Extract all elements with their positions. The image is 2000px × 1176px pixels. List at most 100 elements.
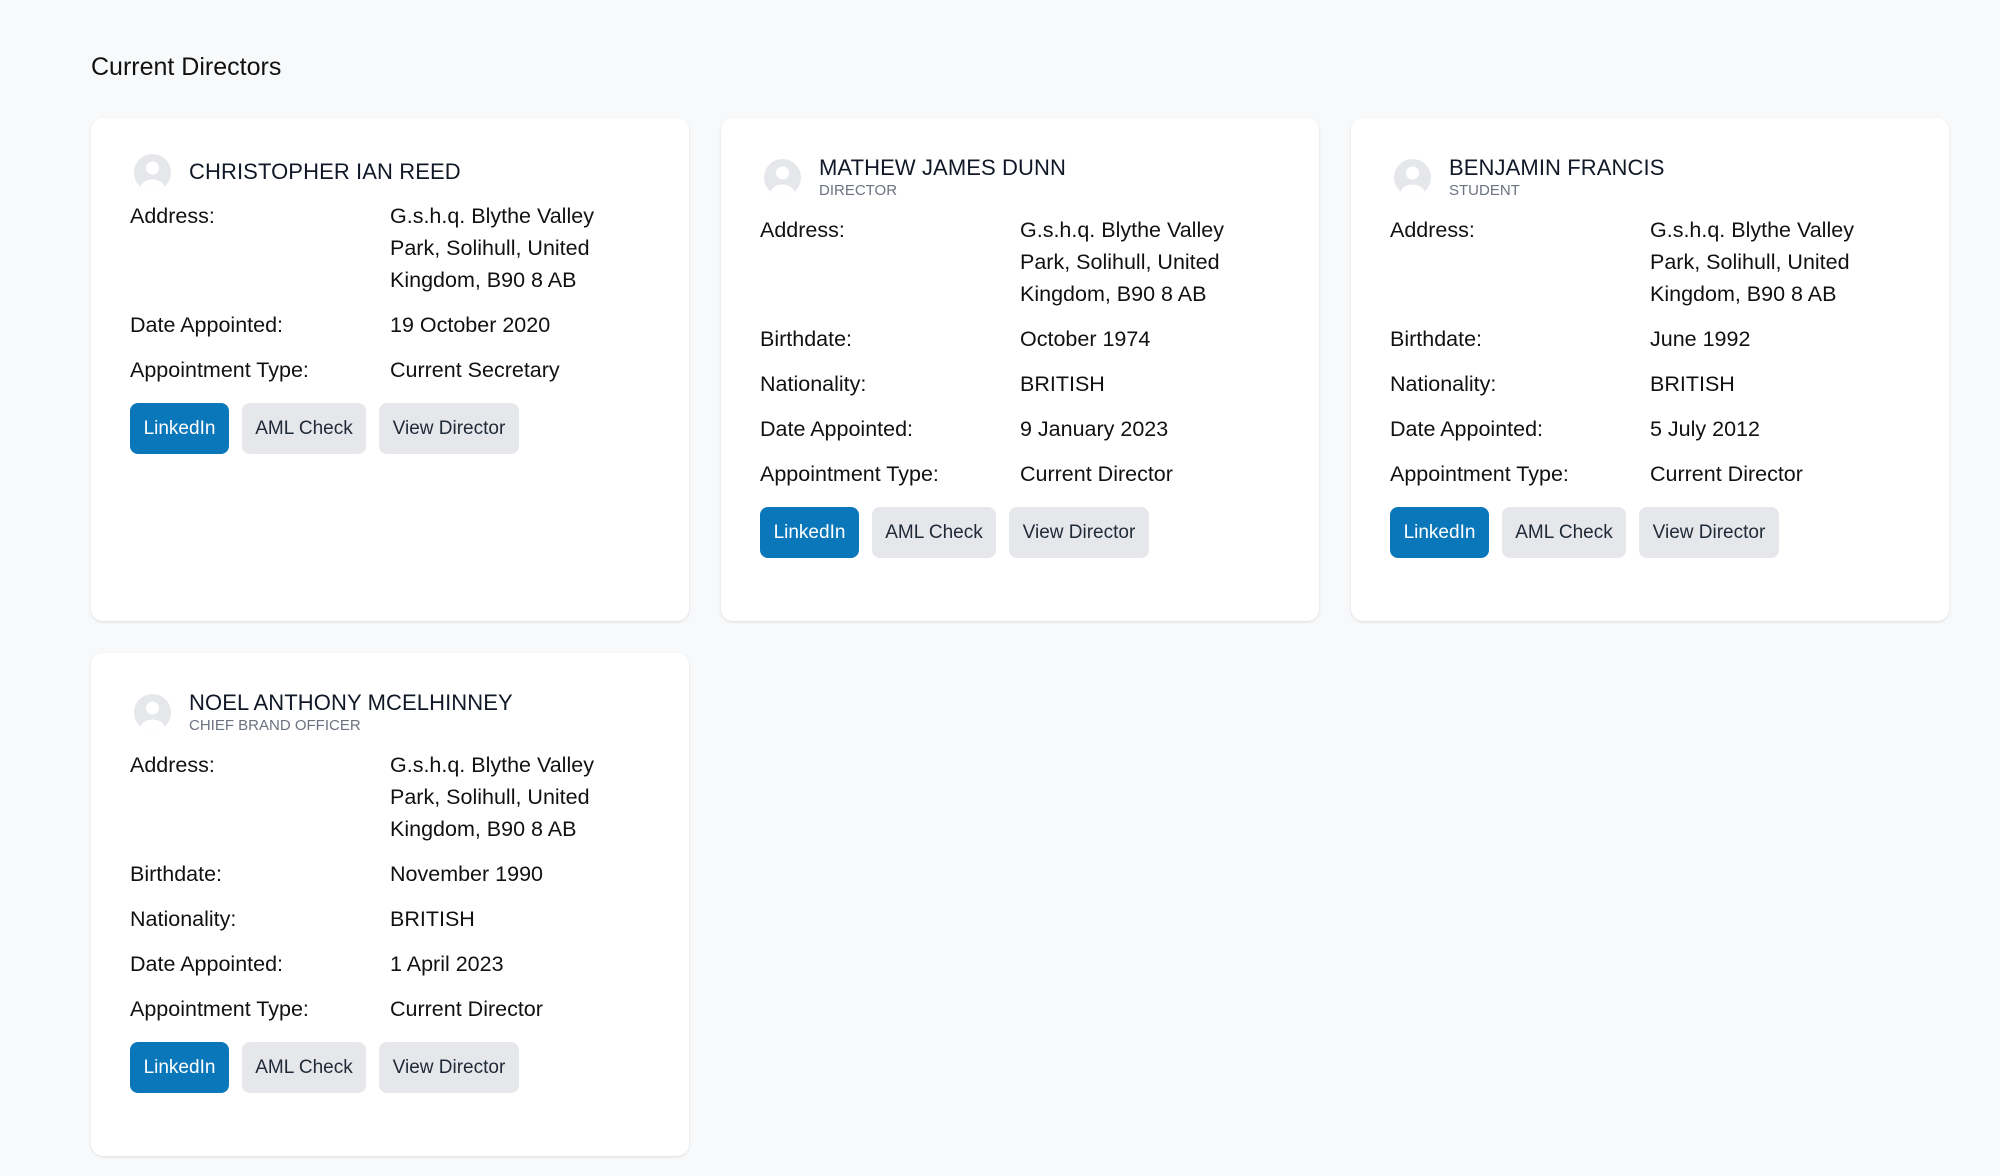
birthdate-label: Birthdate: <box>760 327 853 351</box>
linkedin-button[interactable]: LinkedIn <box>760 507 859 558</box>
linkedin-button[interactable]: LinkedIn <box>130 1042 229 1093</box>
date-appointed-value: 1 April 2023 <box>390 952 504 976</box>
address-row: Address: G.s.h.q. Blythe Valley Park, So… <box>130 749 651 845</box>
director-role: DIRECTOR <box>819 181 898 199</box>
aml-check-button[interactable]: AML Check <box>872 507 996 558</box>
address-row: Address: G.s.h.q. Blythe Valley Park, So… <box>760 214 1281 310</box>
birthdate-row: Birthdate: November 1990 <box>130 858 651 890</box>
appointment-type-label: Appointment Type: <box>130 997 309 1021</box>
appointment-type-row: Appointment Type: Current Director <box>760 458 1281 490</box>
nationality-value: BRITISH <box>1650 372 1735 396</box>
birthdate-value: November 1990 <box>390 862 543 886</box>
director-actions: LinkedIn AML Check View Director <box>130 403 651 454</box>
director-role: STUDENT <box>1449 181 1520 199</box>
nationality-row: Nationality: BRITISH <box>760 368 1281 400</box>
name-block: CHRISTOPHER IAN REED <box>189 159 461 185</box>
aml-check-button[interactable]: AML Check <box>242 1042 366 1093</box>
address-label: Address: <box>130 753 215 777</box>
name-block: NOEL ANTHONY MCELHINNEY CHIEF BRAND OFFI… <box>189 690 513 735</box>
director-details: Address: G.s.h.q. Blythe Valley Park, So… <box>1390 214 1911 503</box>
avatar-placeholder-icon <box>764 158 801 196</box>
aml-check-button[interactable]: AML Check <box>1502 507 1626 558</box>
nationality-label: Nationality: <box>130 907 237 931</box>
date-appointed-value: 5 July 2012 <box>1650 417 1760 441</box>
nationality-value: BRITISH <box>390 907 475 931</box>
address-label: Address: <box>760 218 845 242</box>
avatar-placeholder-icon <box>134 153 171 191</box>
view-director-button[interactable]: View Director <box>379 403 519 454</box>
view-director-button[interactable]: View Director <box>1639 507 1779 558</box>
date-appointed-value: 19 October 2020 <box>390 313 551 337</box>
address-row: Address: G.s.h.q. Blythe Valley Park, So… <box>1390 214 1911 310</box>
nationality-row: Nationality: BRITISH <box>1390 368 1911 400</box>
nationality-label: Nationality: <box>1390 372 1497 396</box>
director-role: CHIEF BRAND OFFICER <box>189 716 361 734</box>
director-header: CHRISTOPHER IAN REED <box>130 152 651 192</box>
director-details: Address: G.s.h.q. Blythe Valley Park, So… <box>130 749 651 1038</box>
date-appointed-row: Date Appointed: 9 January 2023 <box>760 413 1281 445</box>
birthdate-label: Birthdate: <box>130 862 223 886</box>
director-name: BENJAMIN FRANCIS <box>1449 154 1665 180</box>
director-name: CHRISTOPHER IAN REED <box>189 159 461 184</box>
view-director-button[interactable]: View Director <box>379 1042 519 1093</box>
date-appointed-row: Date Appointed: 1 April 2023 <box>130 948 651 980</box>
nationality-row: Nationality: BRITISH <box>130 903 651 935</box>
appointment-type-label: Appointment Type: <box>130 358 309 382</box>
birthdate-label: Birthdate: <box>1390 327 1483 351</box>
appointment-type-row: Appointment Type: Current Director <box>1390 458 1911 490</box>
appointment-type-value: Current Secretary <box>390 358 560 382</box>
page-title: Current Directors <box>91 53 282 81</box>
address-value: G.s.h.q. Blythe Valley Park, Solihull, U… <box>1650 218 1854 306</box>
directors-grid: CHRISTOPHER IAN REED Address: G.s.h.q. B… <box>91 118 1949 1156</box>
date-appointed-value: 9 January 2023 <box>1020 417 1169 441</box>
birthdate-value: October 1974 <box>1020 327 1151 351</box>
director-details: Address: G.s.h.q. Blythe Valley Park, So… <box>130 200 651 399</box>
address-value: G.s.h.q. Blythe Valley Park, Solihull, U… <box>390 204 594 292</box>
current-directors-page: Current Directors CHRISTOPHER IAN REED A… <box>0 0 2000 1176</box>
linkedin-button[interactable]: LinkedIn <box>130 403 229 454</box>
date-appointed-row: Date Appointed: 19 October 2020 <box>130 309 651 341</box>
director-actions: LinkedIn AML Check View Director <box>130 1042 651 1093</box>
director-card: CHRISTOPHER IAN REED Address: G.s.h.q. B… <box>91 118 689 621</box>
birthdate-value: June 1992 <box>1650 327 1751 351</box>
appointment-type-label: Appointment Type: <box>1390 462 1569 486</box>
date-appointed-label: Date Appointed: <box>130 952 284 976</box>
director-details: Address: G.s.h.q. Blythe Valley Park, So… <box>760 214 1281 503</box>
name-block: MATHEW JAMES DUNN DIRECTOR <box>819 155 1066 200</box>
appointment-type-value: Current Director <box>390 997 543 1021</box>
linkedin-button[interactable]: LinkedIn <box>1390 507 1489 558</box>
appointment-type-value: Current Director <box>1020 462 1173 486</box>
director-card: BENJAMIN FRANCIS STUDENT Address: G.s.h.… <box>1351 118 1949 621</box>
date-appointed-label: Date Appointed: <box>760 417 914 441</box>
avatar-placeholder-icon <box>134 693 171 731</box>
address-row: Address: G.s.h.q. Blythe Valley Park, So… <box>130 200 651 296</box>
address-value: G.s.h.q. Blythe Valley Park, Solihull, U… <box>390 753 594 841</box>
director-card: NOEL ANTHONY MCELHINNEY CHIEF BRAND OFFI… <box>91 653 689 1156</box>
director-name: MATHEW JAMES DUNN <box>819 154 1066 180</box>
name-block: BENJAMIN FRANCIS STUDENT <box>1449 155 1665 200</box>
aml-check-button[interactable]: AML Check <box>242 403 366 454</box>
address-value: G.s.h.q. Blythe Valley Park, Solihull, U… <box>1020 218 1224 306</box>
birthdate-row: Birthdate: October 1974 <box>760 323 1281 355</box>
director-header: MATHEW JAMES DUNN DIRECTOR <box>760 152 1281 202</box>
appointment-type-row: Appointment Type: Current Director <box>130 993 651 1025</box>
appointment-type-row: Appointment Type: Current Secretary <box>130 354 651 386</box>
view-director-button[interactable]: View Director <box>1009 507 1149 558</box>
director-card: MATHEW JAMES DUNN DIRECTOR Address: G.s.… <box>721 118 1319 621</box>
director-actions: LinkedIn AML Check View Director <box>1390 507 1911 558</box>
director-name: NOEL ANTHONY MCELHINNEY <box>189 689 513 715</box>
date-appointed-row: Date Appointed: 5 July 2012 <box>1390 413 1911 445</box>
appointment-type-value: Current Director <box>1650 462 1803 486</box>
director-actions: LinkedIn AML Check View Director <box>760 507 1281 558</box>
address-label: Address: <box>1390 218 1475 242</box>
appointment-type-label: Appointment Type: <box>760 462 939 486</box>
date-appointed-label: Date Appointed: <box>1390 417 1544 441</box>
director-header: BENJAMIN FRANCIS STUDENT <box>1390 152 1911 202</box>
nationality-label: Nationality: <box>760 372 867 396</box>
birthdate-row: Birthdate: June 1992 <box>1390 323 1911 355</box>
avatar-placeholder-icon <box>1394 158 1431 196</box>
director-header: NOEL ANTHONY MCELHINNEY CHIEF BRAND OFFI… <box>130 687 651 737</box>
nationality-value: BRITISH <box>1020 372 1105 396</box>
address-label: Address: <box>130 204 215 228</box>
date-appointed-label: Date Appointed: <box>130 313 284 337</box>
